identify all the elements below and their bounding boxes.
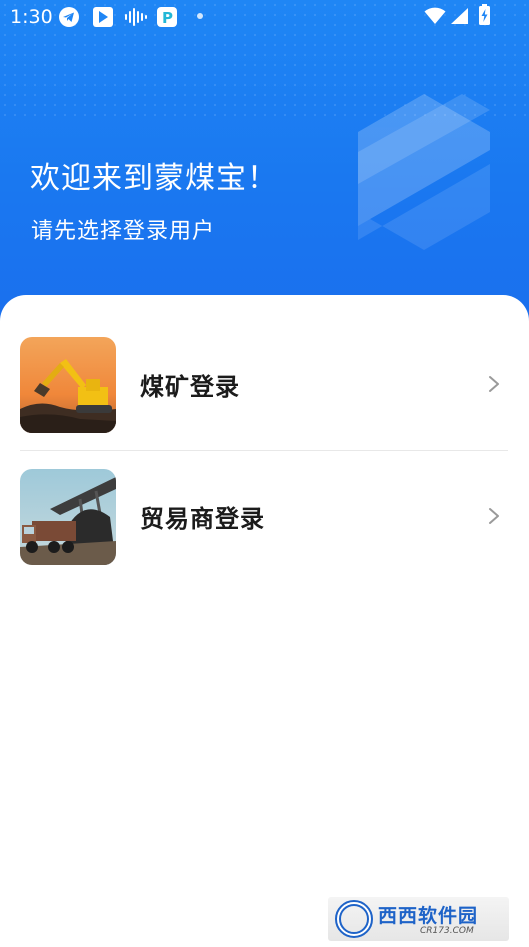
header-banner: 1:30 P 欢迎来到蒙煤宝！ 请先选择登录用户 <box>0 0 529 330</box>
option-divider <box>20 450 508 451</box>
login-options-card: 煤矿登录 贸易商登录 <box>0 295 529 947</box>
audio-wave-icon <box>124 6 148 32</box>
telegram-icon <box>58 6 80 32</box>
welcome-subtitle: 请先选择登录用户 <box>31 219 216 244</box>
play-store-icon <box>92 6 114 32</box>
watermark-subtext: CR173.COM <box>420 926 474 936</box>
chevron-right-icon <box>488 375 500 397</box>
status-bar: 1:30 P <box>0 0 529 34</box>
watermark-logo-icon <box>335 900 373 938</box>
battery-charging-icon <box>478 4 491 30</box>
trader-login-option[interactable]: 贸易商登录 <box>20 469 508 565</box>
excavator-photo <box>20 337 116 433</box>
coal-truck-photo <box>20 469 116 565</box>
svg-text:P: P <box>162 9 173 27</box>
coal-mine-login-option[interactable]: 煤矿登录 <box>20 337 508 433</box>
chevron-right-icon <box>488 507 500 529</box>
welcome-title: 欢迎来到蒙煤宝！ <box>30 161 278 196</box>
parking-app-icon: P <box>156 6 178 32</box>
trader-login-label: 贸易商登录 <box>140 505 265 533</box>
cellular-signal-icon <box>450 7 469 29</box>
coal-mine-login-label: 煤矿登录 <box>140 373 240 401</box>
notification-dot-icon <box>197 13 203 19</box>
wifi-icon <box>424 7 446 29</box>
app-logo-watermark-icon <box>352 92 497 256</box>
watermark-text: 西西软件园 <box>378 905 479 927</box>
status-time: 1:30 <box>10 6 53 28</box>
